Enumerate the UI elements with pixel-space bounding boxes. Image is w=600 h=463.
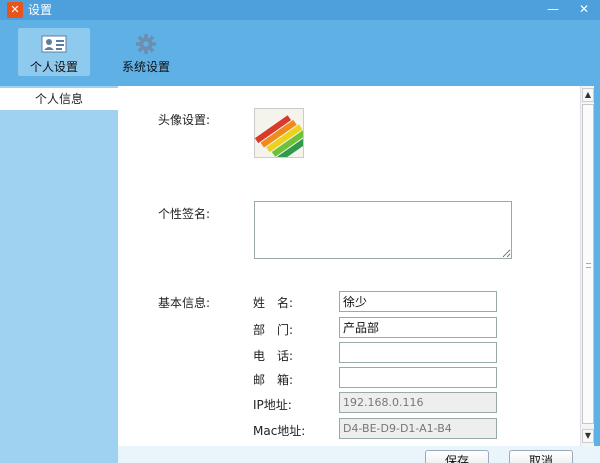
- department-label: 部 门:: [253, 323, 294, 337]
- tab-personal-settings[interactable]: 个人设置: [18, 28, 90, 76]
- ip-address-label: IP地址:: [253, 398, 292, 412]
- ip-address-field: [339, 392, 497, 413]
- id-card-icon: [41, 35, 67, 53]
- cancel-button[interactable]: 取消: [509, 450, 573, 463]
- basic-info-label: 基本信息:: [158, 296, 211, 310]
- mac-address-label: Mac地址:: [253, 424, 306, 438]
- name-label: 姓 名:: [253, 296, 294, 310]
- avatar[interactable]: [254, 108, 304, 158]
- vertical-scrollbar[interactable]: ▲ ▼: [580, 86, 594, 446]
- app-logo-icon: ✕: [7, 2, 23, 18]
- signature-textarea[interactable]: [254, 201, 512, 259]
- signature-label: 个性签名:: [158, 207, 211, 221]
- window-right-border: [594, 20, 600, 463]
- avatar-image: [255, 109, 303, 157]
- sidebar: 个人信息: [0, 86, 118, 463]
- tab-system-settings[interactable]: 系统设置: [110, 28, 182, 76]
- tab-personal-settings-label: 个人设置: [29, 60, 78, 74]
- save-button[interactable]: 保存: [425, 450, 489, 463]
- sidebar-item-personal-info[interactable]: 个人信息: [0, 88, 118, 110]
- window-title: 设置: [28, 3, 53, 17]
- scroll-up-icon[interactable]: ▲: [582, 88, 594, 102]
- minimize-icon[interactable]: —: [542, 1, 564, 17]
- email-field[interactable]: [339, 367, 497, 388]
- scrollbar-grip: [586, 263, 591, 268]
- email-label: 邮 箱:: [253, 373, 294, 387]
- phone-field[interactable]: [339, 342, 497, 363]
- phone-label: 电 话:: [253, 349, 294, 363]
- tab-system-settings-label: 系统设置: [121, 60, 170, 74]
- toolbar: 个人设置 系统设置: [0, 20, 600, 86]
- name-field[interactable]: [339, 291, 497, 312]
- gear-icon: [136, 34, 156, 54]
- scroll-down-icon[interactable]: ▼: [582, 429, 594, 443]
- settings-content: 头像设置: 个性签名: 基本信息: 姓 名: 部 门: 电 话: 邮 箱: IP…: [118, 86, 580, 446]
- title-bar: ✕ 设置 — ✕: [0, 0, 600, 20]
- avatar-label: 头像设置:: [158, 113, 211, 127]
- close-icon[interactable]: ✕: [573, 1, 595, 17]
- scrollbar-thumb[interactable]: [582, 104, 594, 424]
- mac-address-field: [339, 418, 497, 439]
- department-field[interactable]: [339, 317, 497, 338]
